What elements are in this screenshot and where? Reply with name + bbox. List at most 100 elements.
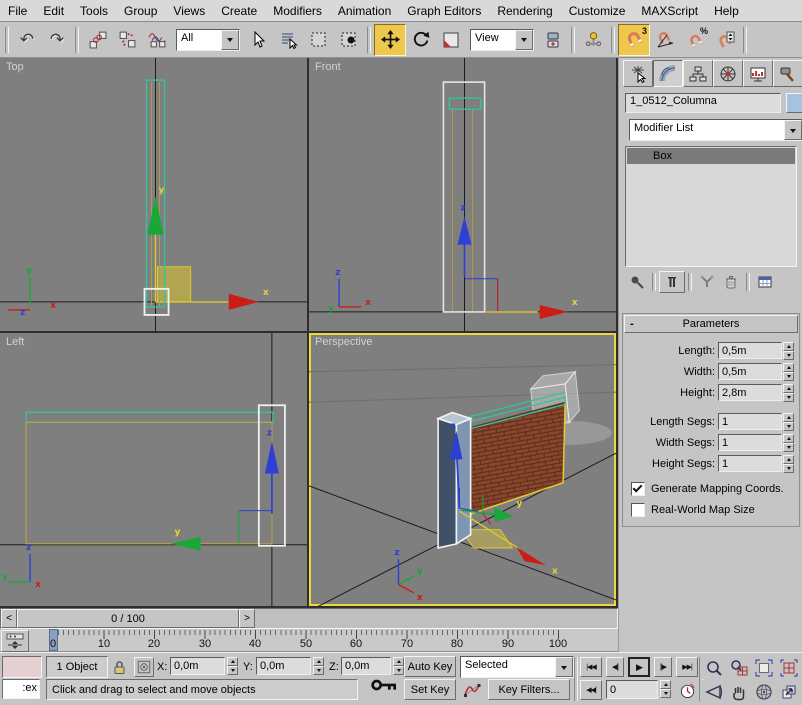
viewport-left-label[interactable]: Left <box>6 336 24 348</box>
menu-help[interactable]: Help <box>706 2 747 20</box>
viewport-top-label[interactable]: Top <box>6 61 24 73</box>
field-of-view-button[interactable] <box>702 680 726 703</box>
viewport-front-label[interactable]: Front <box>315 61 341 73</box>
viewport-front[interactable]: Front z x z x <box>309 58 616 331</box>
tab-create[interactable] <box>623 60 653 87</box>
length-segs-spinner[interactable] <box>783 413 794 430</box>
height-segs-input[interactable]: 1 <box>718 455 782 472</box>
tab-utilities[interactable] <box>773 60 802 87</box>
object-color-swatch[interactable] <box>786 93 802 113</box>
menu-modifiers[interactable]: Modifiers <box>265 2 330 20</box>
menu-views[interactable]: Views <box>165 2 213 20</box>
auto-key-button[interactable]: Auto Key <box>404 656 456 677</box>
zoom-extents-all-button[interactable] <box>777 656 801 679</box>
macro-recorder-pane[interactable] <box>2 656 42 678</box>
zoom-all-button[interactable] <box>727 656 751 679</box>
x-coordinate-input[interactable]: 0,0m <box>170 657 225 675</box>
tab-hierarchy[interactable] <box>683 60 713 87</box>
viewport-perspective[interactable]: Perspective <box>309 333 616 606</box>
height-input[interactable]: 2,8m <box>718 384 782 401</box>
remove-modifier-button[interactable] <box>719 272 743 292</box>
arc-rotate-button[interactable] <box>752 680 776 703</box>
track-bar[interactable]: 0 10 20 30 40 50 60 70 80 90 100 <box>0 629 618 652</box>
y-coordinate-input[interactable]: 0,0m <box>256 657 311 675</box>
gizmo-x-arrow[interactable] <box>229 294 259 310</box>
pin-stack-button[interactable] <box>625 272 649 292</box>
x-spinner[interactable] <box>227 657 238 674</box>
tab-display[interactable] <box>743 60 773 87</box>
zoom-extents-button[interactable] <box>752 656 776 679</box>
absolute-offset-mode-toggle[interactable] <box>134 657 154 677</box>
gizmo-z-arrow[interactable] <box>265 441 279 473</box>
menu-edit[interactable]: Edit <box>35 2 72 20</box>
next-frame-button[interactable]: ||▶ <box>654 657 672 677</box>
tab-modify[interactable] <box>653 60 683 87</box>
object-name-field[interactable]: 1_0512_Columna <box>625 93 781 113</box>
height-spinner[interactable] <box>783 384 794 401</box>
use-pivot-point-center-button[interactable] <box>538 25 568 55</box>
show-end-result-button[interactable] <box>659 271 685 293</box>
min-max-toggle-button[interactable] <box>777 680 801 703</box>
key-filter-scope-dropdown[interactable]: Selected <box>460 656 574 678</box>
bind-to-space-warp-button[interactable] <box>142 25 172 55</box>
dropdown-arrow-icon[interactable] <box>221 30 239 50</box>
menu-file[interactable]: File <box>0 2 35 20</box>
menu-graph-editors[interactable]: Graph Editors <box>399 2 489 20</box>
time-slider-handle[interactable]: 0 / 100 <box>17 609 239 628</box>
height-segs-spinner[interactable] <box>783 455 794 472</box>
redo-button[interactable]: ↷ <box>42 25 72 55</box>
previous-frame-button[interactable]: ◀|| <box>606 657 624 677</box>
play-button[interactable]: ▶ <box>628 657 650 677</box>
go-to-end-button[interactable]: ▶▶| <box>676 657 698 677</box>
default-in-out-tangents-button[interactable] <box>460 679 484 700</box>
dropdown-arrow-icon[interactable] <box>555 657 573 677</box>
menu-group[interactable]: Group <box>116 2 165 20</box>
selection-lock-toggle[interactable] <box>110 657 128 676</box>
open-mini-curve-editor-button[interactable] <box>1 630 29 652</box>
configure-modifier-sets-button[interactable] <box>753 272 777 292</box>
selected-column[interactable] <box>438 412 471 547</box>
gizmo-z-arrow[interactable] <box>457 217 471 245</box>
key-filters-button[interactable]: Key Filters... <box>488 679 570 700</box>
select-object-button[interactable] <box>244 25 274 55</box>
gizmo-y-arrow[interactable] <box>171 537 201 551</box>
menu-customize[interactable]: Customize <box>561 2 634 20</box>
menu-rendering[interactable]: Rendering <box>489 2 560 20</box>
dropdown-arrow-icon[interactable] <box>515 30 533 50</box>
time-slider-prev-button[interactable]: < <box>1 609 17 628</box>
selection-filter-dropdown[interactable]: All <box>176 29 240 51</box>
viewport-top[interactable]: Top y x y x z <box>0 58 307 331</box>
real-world-map-size-checkbox[interactable] <box>631 503 645 517</box>
maxscript-listener-pane[interactable]: :ex <box>2 679 40 699</box>
select-and-rotate-button[interactable] <box>406 25 436 55</box>
spinner-snap-toggle-button[interactable] <box>710 25 740 55</box>
gizmo-x-arrow[interactable] <box>516 547 545 565</box>
undo-button[interactable]: ↶ <box>12 25 42 55</box>
select-and-link-button[interactable] <box>82 25 112 55</box>
dropdown-arrow-icon[interactable] <box>784 120 802 140</box>
y-spinner[interactable] <box>313 657 324 674</box>
select-and-manipulate-button[interactable] <box>578 25 608 55</box>
width-segs-input[interactable]: 1 <box>718 434 782 451</box>
width-segs-spinner[interactable] <box>783 434 794 451</box>
percent-snap-toggle-button[interactable]: % <box>680 25 710 55</box>
key-mode-toggle-button[interactable]: ◀◀| <box>580 680 602 700</box>
unlink-selection-button[interactable] <box>112 25 142 55</box>
gizmo-y-arrow[interactable] <box>494 507 513 521</box>
generate-mapping-coords-checkbox[interactable] <box>631 482 645 496</box>
angle-snap-toggle-button[interactable] <box>650 25 680 55</box>
rectangular-selection-region-button[interactable] <box>304 25 334 55</box>
width-input[interactable]: 0,5m <box>718 363 782 380</box>
select-and-scale-button[interactable] <box>436 25 466 55</box>
modifier-list-dropdown[interactable]: Modifier List <box>629 119 802 141</box>
length-segs-input[interactable]: 1 <box>718 413 782 430</box>
menu-create[interactable]: Create <box>213 2 265 20</box>
menu-tools[interactable]: Tools <box>72 2 116 20</box>
zoom-button[interactable] <box>702 656 726 679</box>
parameters-rollout-header[interactable]: - Parameters <box>624 315 798 333</box>
pan-view-button[interactable] <box>727 680 751 703</box>
make-unique-button[interactable] <box>695 272 719 292</box>
viewport-left[interactable]: Left z y z y x <box>0 333 307 606</box>
menu-maxscript[interactable]: MAXScript <box>633 2 706 20</box>
modifier-stack[interactable]: Box <box>625 146 797 267</box>
